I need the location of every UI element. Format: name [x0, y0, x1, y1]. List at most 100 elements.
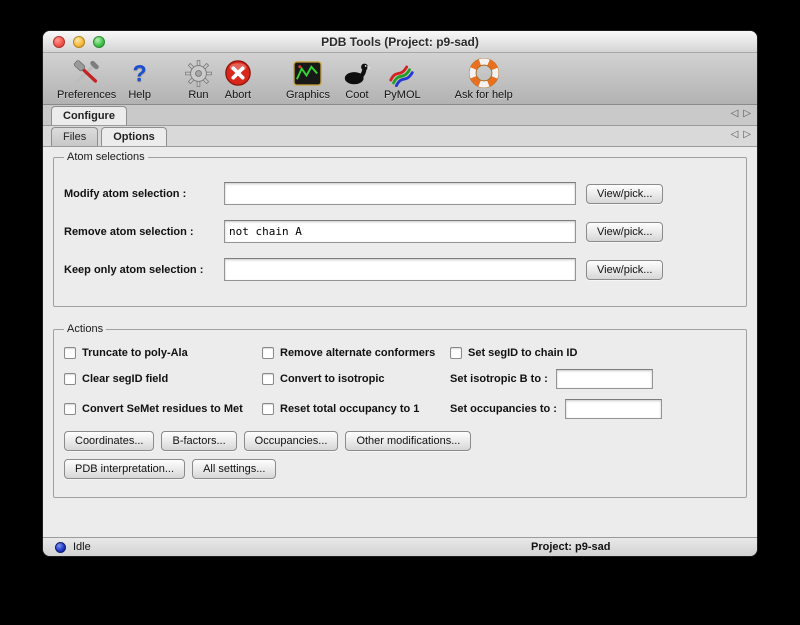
checkbox-set-segid-to-chain-id[interactable]: Set segID to chain ID [450, 347, 736, 359]
set-occupancies-row: Set occupancies to : [450, 399, 736, 419]
set-occupancies-input[interactable] [565, 399, 662, 419]
set-isotropic-b-label: Set isotropic B to : [450, 373, 548, 385]
remove-atom-selection-label: Remove atom selection : [64, 226, 224, 238]
toolbar-label: Abort [225, 89, 251, 101]
status-text: Idle [73, 541, 91, 553]
tab-scroll-left-icon[interactable]: ◁ [731, 108, 739, 119]
toolbar-label: Preferences [57, 89, 116, 101]
checkbox-icon[interactable] [64, 373, 76, 385]
toolbar-label: Run [188, 89, 208, 101]
toolbar-button-pymol[interactable]: PyMOL [384, 58, 421, 101]
b-factors-button[interactable]: B-factors... [161, 431, 236, 451]
tab-files[interactable]: Files [51, 127, 98, 146]
checkbox-icon[interactable] [64, 403, 76, 415]
tab-scroll-arrows: ◁ ▷ [731, 108, 751, 119]
checkbox-icon[interactable] [262, 373, 274, 385]
actions-group-title: Actions [64, 323, 106, 335]
modify-view-pick-button[interactable]: View/pick... [586, 184, 663, 204]
checkbox-label: Reset total occupancy to 1 [280, 403, 419, 415]
set-occupancies-label: Set occupancies to : [450, 403, 557, 415]
checkbox-remove-alternate-conformers[interactable]: Remove alternate conformers [262, 347, 450, 359]
tab-scroll-right-icon[interactable]: ▷ [743, 108, 751, 119]
toolbar-button-help[interactable]: ? Help [128, 58, 151, 101]
occupancies-button[interactable]: Occupancies... [244, 431, 339, 451]
checkbox-label: Set segID to chain ID [468, 347, 577, 359]
other-modifications-button[interactable]: Other modifications... [345, 431, 471, 451]
status-indicator-icon [55, 542, 66, 553]
toolbar-button-abort[interactable]: Abort [224, 58, 252, 101]
tab-scroll-left-icon[interactable]: ◁ [731, 129, 739, 140]
set-isotropic-b-input[interactable] [556, 369, 653, 389]
window-title: PDB Tools (Project: p9-sad) [321, 35, 479, 49]
desktop-background: PDB Tools (Project: p9-sad) Preferences … [0, 0, 800, 625]
checkbox-icon[interactable] [64, 347, 76, 359]
checkbox-convert-to-isotropic[interactable]: Convert to isotropic [262, 373, 450, 385]
toolbar-label: Graphics [286, 89, 330, 101]
minimize-button[interactable] [73, 36, 85, 48]
modify-atom-selection-input[interactable] [224, 182, 576, 205]
keep-only-view-pick-button[interactable]: View/pick... [586, 260, 663, 280]
set-isotropic-b-row: Set isotropic B to : [450, 369, 736, 389]
checkbox-label: Convert SeMet residues to Met [82, 403, 243, 415]
checkbox-clear-segid-field[interactable]: Clear segID field [64, 373, 262, 385]
pdb-interpretation-button[interactable]: PDB interpretation... [64, 459, 185, 479]
titlebar[interactable]: PDB Tools (Project: p9-sad) [43, 31, 757, 53]
toolbar-button-preferences[interactable]: Preferences [57, 58, 116, 101]
all-settings-button[interactable]: All settings... [192, 459, 276, 479]
modify-atom-selection-row: Modify atom selection : View/pick... [64, 182, 736, 205]
close-button[interactable] [53, 36, 65, 48]
checkbox-label: Truncate to poly-Ala [82, 347, 188, 359]
atom-selections-group-title: Atom selections [64, 151, 148, 163]
tab-options[interactable]: Options [101, 127, 167, 146]
checkbox-icon[interactable] [262, 403, 274, 415]
actions-grid: Truncate to poly-Ala Remove alternate co… [64, 347, 736, 419]
graphics-icon [293, 58, 322, 88]
actions-group: Actions Truncate to poly-Ala Remove alte… [53, 323, 747, 498]
remove-view-pick-button[interactable]: View/pick... [586, 222, 663, 242]
checkbox-truncate-poly-ala[interactable]: Truncate to poly-Ala [64, 347, 262, 359]
secondary-tab-bar: Files Options ◁ ▷ [43, 126, 757, 147]
tab-scroll-arrows: ◁ ▷ [731, 129, 751, 140]
zoom-button[interactable] [93, 36, 105, 48]
pdb-tools-window: PDB Tools (Project: p9-sad) Preferences … [42, 30, 758, 557]
toolbar: Preferences ? Help [43, 53, 757, 105]
atom-selections-group: Atom selections Modify atom selection : … [53, 151, 747, 307]
project-label: Project: p9-sad [531, 541, 610, 553]
toolbar-button-coot[interactable]: Coot [342, 58, 372, 101]
checkbox-reset-total-occupancy[interactable]: Reset total occupancy to 1 [262, 403, 450, 415]
actions-buttons-row-2: PDB interpretation... All settings... [64, 459, 736, 479]
keep-only-atom-selection-label: Keep only atom selection : [64, 264, 224, 276]
toolbar-button-ask-for-help[interactable]: Ask for help [455, 58, 513, 101]
toolbar-button-run[interactable]: Run [185, 58, 212, 101]
checkbox-icon[interactable] [450, 347, 462, 359]
checkbox-convert-semet-to-met[interactable]: Convert SeMet residues to Met [64, 403, 262, 415]
actions-buttons-row-1: Coordinates... B-factors... Occupancies.… [64, 431, 736, 451]
checkbox-label: Clear segID field [82, 373, 168, 385]
preferences-icon [72, 58, 102, 88]
remove-atom-selection-input[interactable] [224, 220, 576, 243]
coot-bird-icon [342, 58, 372, 88]
traffic-lights [53, 36, 105, 48]
primary-tab-bar: Configure ◁ ▷ [43, 105, 757, 126]
options-panel: Atom selections Modify atom selection : … [43, 147, 757, 539]
checkbox-icon[interactable] [262, 347, 274, 359]
pymol-icon [387, 58, 417, 88]
toolbar-label: PyMOL [384, 89, 421, 101]
tab-label: Files [63, 131, 86, 143]
keep-only-atom-selection-input[interactable] [224, 258, 576, 281]
coordinates-button[interactable]: Coordinates... [64, 431, 154, 451]
tab-configure[interactable]: Configure [51, 106, 127, 125]
run-gear-icon [185, 58, 212, 88]
checkbox-label: Remove alternate conformers [280, 347, 435, 359]
toolbar-label: Help [128, 89, 151, 101]
status-bar: Idle Project: p9-sad [43, 537, 757, 556]
tab-scroll-right-icon[interactable]: ▷ [743, 129, 751, 140]
abort-icon [224, 58, 252, 88]
modify-atom-selection-label: Modify atom selection : [64, 188, 224, 200]
tab-label: Configure [63, 110, 115, 122]
toolbar-button-graphics[interactable]: Graphics [286, 58, 330, 101]
lifering-icon [468, 58, 500, 88]
tab-label: Options [113, 131, 155, 143]
keep-only-atom-selection-row: Keep only atom selection : View/pick... [64, 258, 736, 281]
toolbar-label: Coot [345, 89, 368, 101]
